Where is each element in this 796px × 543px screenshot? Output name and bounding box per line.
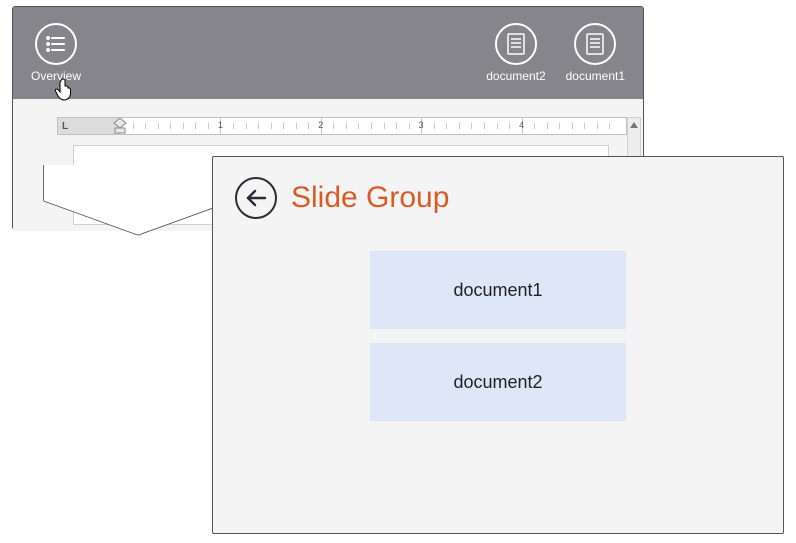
document-icon — [495, 23, 537, 65]
slide-tile-label: document2 — [453, 372, 542, 393]
cursor-hand-icon — [54, 78, 74, 107]
arrow-left-icon — [245, 189, 267, 207]
indent-marker[interactable] — [113, 117, 127, 135]
slide-tile-label: document1 — [453, 280, 542, 301]
horizontal-ruler[interactable]: L 1234 — [57, 117, 627, 135]
document-icon — [574, 23, 616, 65]
slide-group-body: document1 document2 — [213, 227, 783, 421]
scroll-up-icon[interactable] — [628, 118, 640, 132]
toolbar: Overview document2 — [13, 7, 643, 99]
toolbar-doc-button[interactable]: document2 — [480, 19, 551, 87]
toolbar-doc-button[interactable]: document1 — [560, 19, 631, 87]
slide-tile[interactable]: document1 — [370, 251, 626, 329]
slide-group-window: Slide Group document1 document2 — [212, 156, 784, 534]
slide-group-header: Slide Group — [213, 157, 783, 227]
back-button[interactable] — [235, 177, 277, 219]
toolbar-doc-label: document1 — [566, 69, 625, 83]
toolbar-doc-label: document2 — [486, 69, 545, 83]
overview-button[interactable]: Overview — [25, 19, 87, 87]
list-icon — [35, 23, 77, 65]
slide-group-title: Slide Group — [291, 181, 449, 215]
slide-tile[interactable]: document2 — [370, 343, 626, 421]
